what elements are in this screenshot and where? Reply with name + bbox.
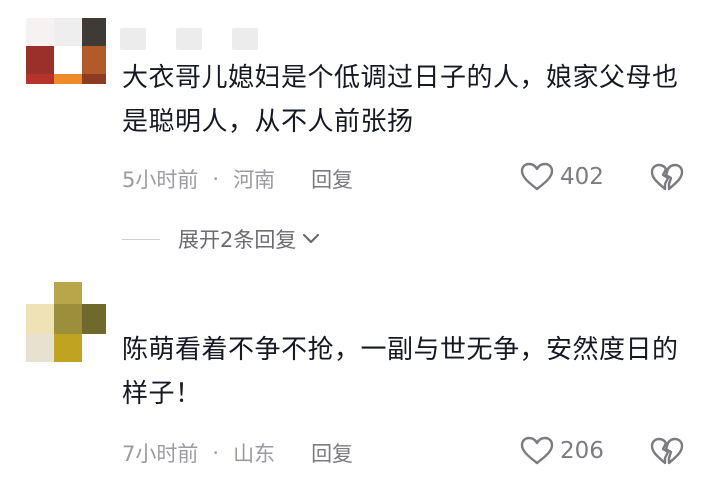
blur-block [120, 28, 146, 50]
broken-heart-icon [650, 163, 684, 191]
comment-text: 陈萌看着不争不抢，一副与世无争，安然度日的样子！ [122, 335, 679, 409]
avatar-pixel [54, 282, 82, 304]
avatar-pixel [54, 74, 82, 84]
avatar-pixel [26, 18, 54, 46]
avatar-pixel [82, 18, 106, 46]
avatar-pixel [26, 74, 54, 84]
comment-text: 大衣哥儿媳妇是个低调过日子的人，娘家父母也是聪明人，从不人前张扬 [122, 63, 679, 137]
comment-location: 山东 [233, 442, 276, 466]
like-count: 206 [560, 438, 604, 464]
heart-outline-icon [520, 162, 554, 191]
blur-block [176, 28, 202, 50]
avatar-pixel [54, 304, 82, 334]
username-blurred[interactable] [120, 28, 288, 50]
dislike-button[interactable] [650, 437, 684, 471]
comment-location: 河南 [233, 168, 276, 192]
avatar-pixel [54, 18, 82, 46]
avatar-pixel [54, 46, 82, 74]
avatar[interactable] [26, 282, 106, 362]
avatar-pixel [26, 304, 54, 334]
dislike-button[interactable] [650, 163, 684, 197]
like-button[interactable]: 206 [520, 436, 604, 466]
meta-separator: · [212, 167, 220, 191]
avatar-pixel [82, 46, 106, 74]
comment-list: 大衣哥儿媳妇是个低调过日子的人，娘家父母也是聪明人，从不人前张扬 5小时前 · … [0, 0, 720, 480]
blur-block [232, 28, 258, 50]
avatar-pixel [82, 334, 106, 362]
avatar-pixel [82, 74, 106, 84]
broken-heart-icon [650, 437, 684, 465]
chevron-down-icon [303, 233, 320, 244]
meta-separator: · [212, 441, 220, 465]
heart-outline-icon [520, 436, 554, 465]
expand-replies-label: 展开2条回复 [178, 228, 297, 252]
like-count: 402 [560, 164, 604, 190]
like-button[interactable]: 402 [520, 162, 604, 192]
avatar-pixel [26, 334, 54, 362]
comment-item: 陈萌看着不争不抢，一副与世无争，安然度日的样子！ 7小时前 · 山东 回复 20… [0, 270, 720, 480]
comment-time: 5小时前 [122, 168, 199, 192]
comment-item: 大衣哥儿媳妇是个低调过日子的人，娘家父母也是聪明人，从不人前张扬 5小时前 · … [0, 0, 720, 270]
avatar-pixel [54, 334, 82, 362]
comment-time: 7小时前 [122, 442, 199, 466]
comment-meta: 5小时前 · 河南 回复 [122, 164, 353, 194]
expand-replies-button[interactable]: 展开2条回复 [122, 224, 320, 254]
expand-divider-line [122, 238, 160, 240]
reply-button[interactable]: 回复 [311, 438, 353, 468]
reply-button[interactable]: 回复 [311, 164, 353, 194]
avatar-pixel [82, 304, 106, 334]
comment-meta: 7小时前 · 山东 回复 [122, 438, 353, 468]
avatar[interactable] [26, 18, 106, 98]
avatar-pixel [26, 46, 54, 74]
